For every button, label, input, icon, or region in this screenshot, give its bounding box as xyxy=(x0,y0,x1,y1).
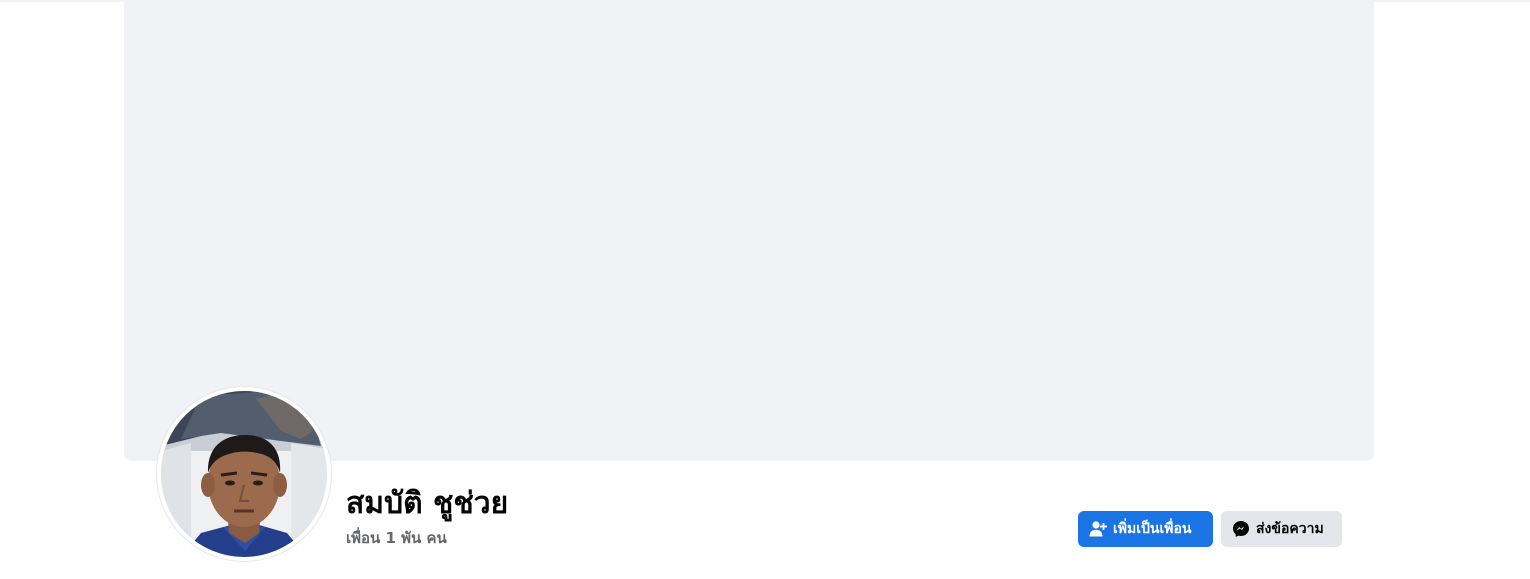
profile-avatar-image xyxy=(161,391,327,557)
profile-picture[interactable] xyxy=(157,387,331,561)
cover-photo[interactable] xyxy=(124,0,1374,461)
messenger-icon xyxy=(1232,520,1250,538)
add-friend-label: เพิ่มเป็นเพื่อน xyxy=(1113,521,1192,537)
add-friend-button[interactable]: เพิ่มเป็นเพื่อน xyxy=(1078,511,1213,547)
profile-name: สมบัติ ชูช่วย xyxy=(346,486,509,521)
friends-count-link[interactable]: เพื่อน 1 พัน คน xyxy=(346,528,447,548)
send-message-button[interactable]: ส่งข้อความ xyxy=(1221,511,1342,547)
add-friend-icon xyxy=(1089,520,1107,538)
send-message-label: ส่งข้อความ xyxy=(1256,521,1324,537)
